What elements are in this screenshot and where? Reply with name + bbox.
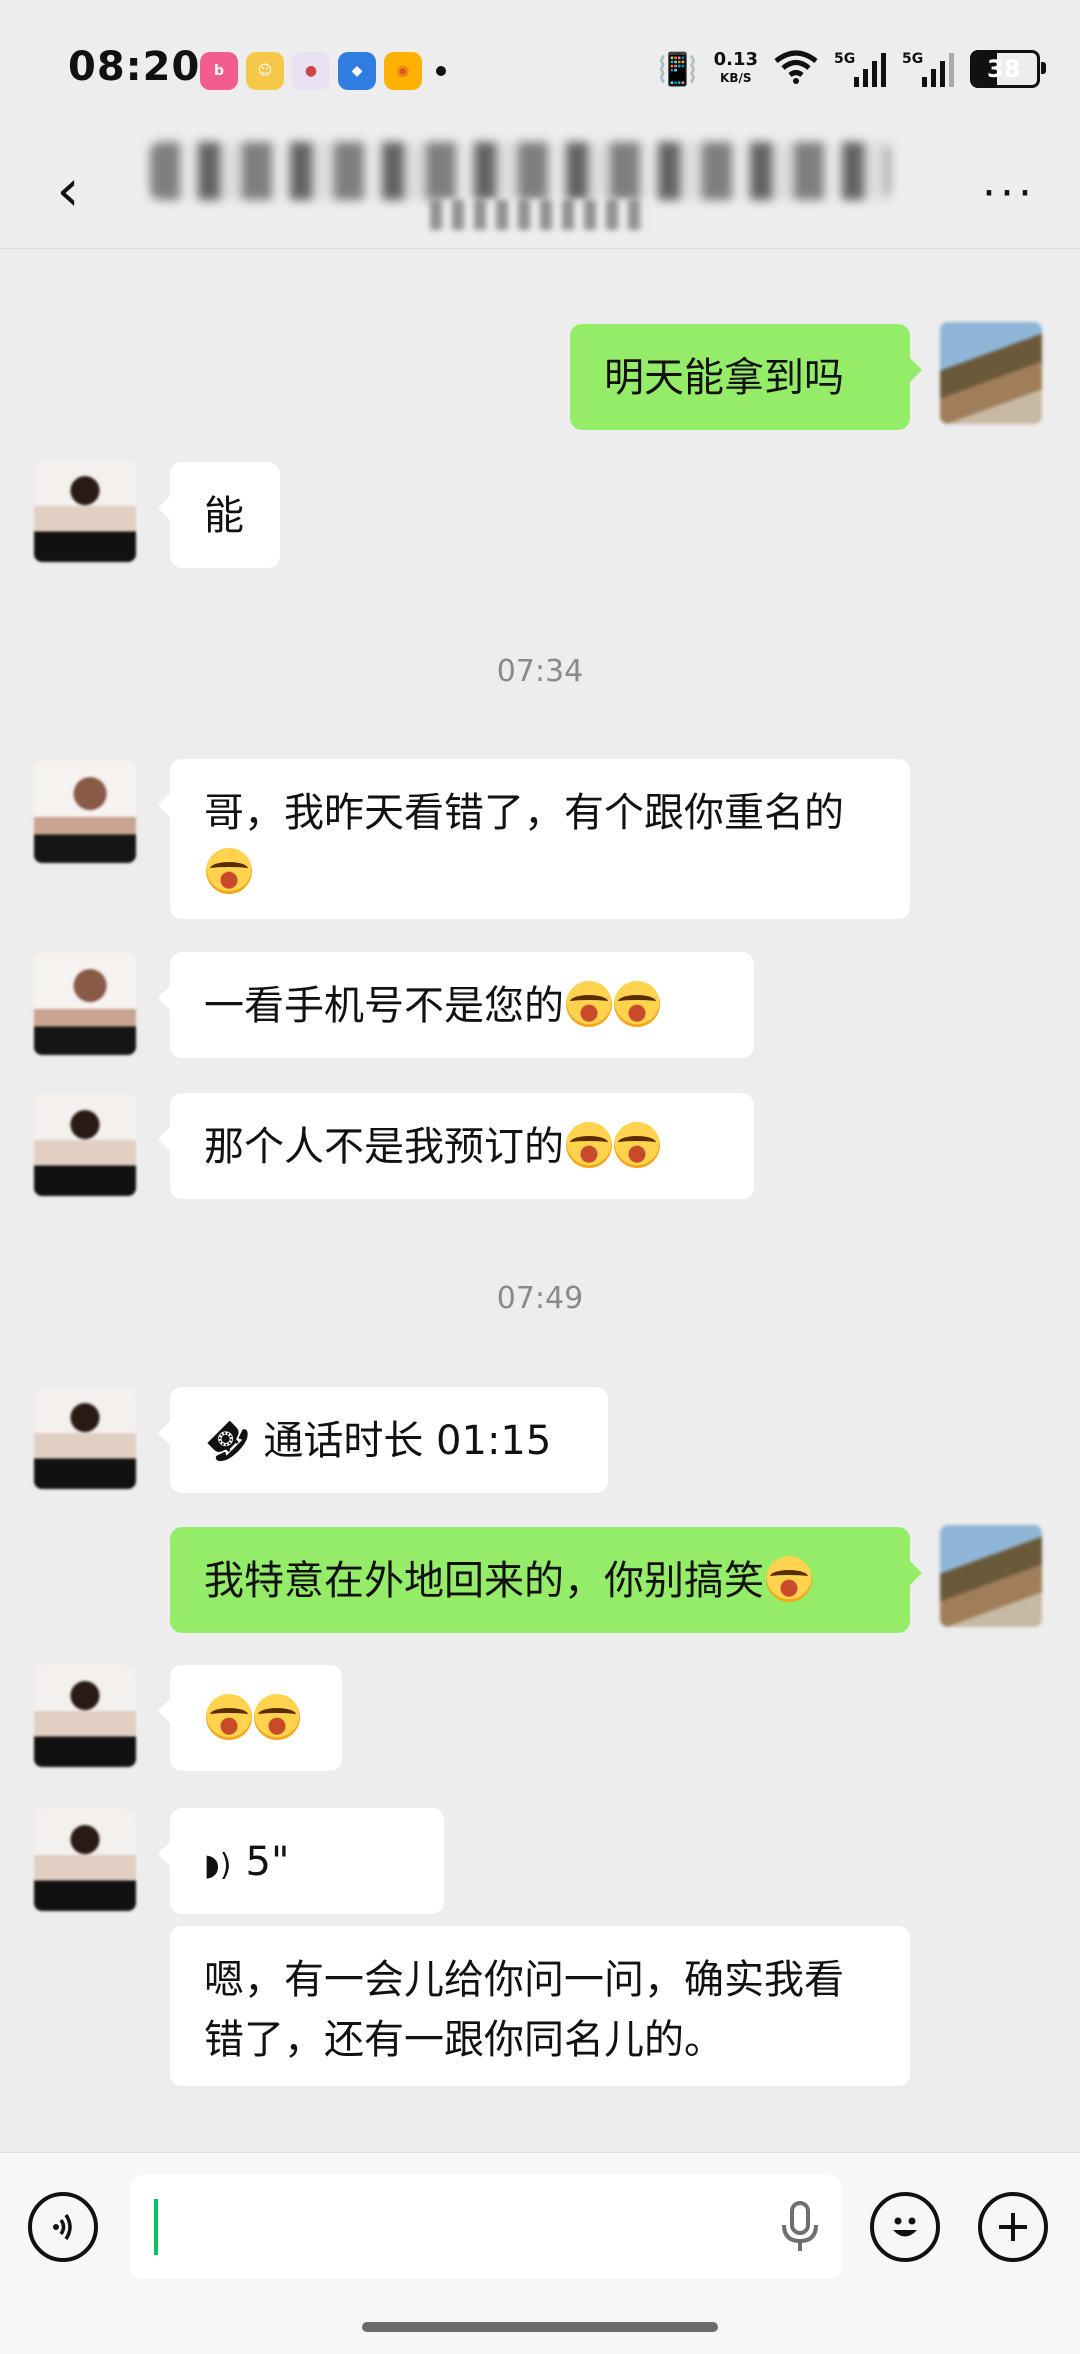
blue-app-icon: ◆ [338,52,376,90]
timestamp: 07:34 [496,654,584,689]
message-bubble[interactable]: 那个人不是我预订的 [158,1093,754,1199]
voice-message-bubble[interactable]: ◗) 5" [158,1808,444,1914]
more-dots-icon[interactable]: ··· [982,168,1036,219]
emoji-icon[interactable] [870,2192,940,2262]
net-speed: 0.13 KB/S [713,49,758,86]
laugh-cry-emoji-icon [566,981,612,1027]
battery-level: 38 [987,55,1021,83]
laugh-cry-emoji-icon [614,1122,660,1168]
my-avatar[interactable] [940,1525,1042,1627]
message-bubble[interactable]: 明天能拿到吗 [570,324,922,430]
status-bar: 08:20 b ☺ ● ◆ ◉ 📳 0.13 KB/S 5G 5G 38 [0,0,1080,140]
message-bubble[interactable]: 我特意在外地回来的，你别搞笑 [170,1527,922,1633]
contact-avatar[interactable] [34,1665,136,1767]
clown-app-icon: ☺ [246,52,284,90]
chat-subtitle-redacted [430,200,650,230]
call-record-bubble[interactable]: ☎通话时长 01:15 [158,1387,608,1493]
voice-mode-icon[interactable] [28,2192,98,2262]
game-app-icon: ● [292,52,330,90]
laugh-cry-emoji-icon [254,1694,300,1740]
contact-avatar[interactable] [34,460,136,562]
laugh-cry-emoji-icon [206,848,252,894]
my-avatar[interactable] [940,322,1042,424]
voice-wave-icon: ◗) [204,1848,232,1883]
laugh-cry-emoji-icon [566,1122,612,1168]
battery-icon: 38 [970,50,1046,88]
voice-transcript-bubble[interactable]: 嗯，有一会儿给你问一问，确实我看错了，还有一跟你同名儿的。 [170,1926,910,2086]
contact-avatar[interactable] [34,953,136,1055]
wifi-icon [774,50,818,88]
laugh-cry-emoji-icon [614,981,660,1027]
message-bubble[interactable]: 哥，我昨天看错了，有个跟你重名的 [158,759,910,919]
chat-header: ‹ ··· [0,140,1080,249]
vibrate-icon: 📳 [657,50,698,88]
timestamp: 07:49 [496,1281,584,1316]
microphone-icon[interactable] [780,2201,820,2264]
contact-avatar[interactable] [34,1387,136,1489]
chevron-left-icon[interactable]: ‹ [38,156,98,224]
more-notifications-dot [436,66,446,76]
chat-title-redacted [150,142,890,200]
message-list[interactable]: 明天能拿到吗 能 07:34 哥，我昨天看错了，有个跟你重名的 一看手机号不是您… [0,249,1080,2149]
tears-of-joy-emoji-icon [766,1556,812,1602]
plus-icon[interactable] [978,2192,1048,2262]
input-bar [0,2152,1080,2354]
message-bubble[interactable]: 一看手机号不是您的 [158,952,754,1058]
bilibili-icon: b [200,52,238,90]
weibo-icon: ◉ [384,52,422,90]
contact-avatar[interactable] [34,1094,136,1196]
message-bubble[interactable] [158,1665,342,1771]
text-caret [154,2199,158,2255]
message-bubble[interactable]: 能 [158,462,280,568]
notification-icons: b ☺ ● ◆ ◉ [200,52,452,90]
contact-avatar[interactable] [34,1809,136,1911]
contact-avatar[interactable] [34,761,136,863]
home-indicator[interactable] [362,2322,718,2332]
signal-sim1-icon: 5G [834,51,886,87]
signal-sim2-icon: 5G [902,51,954,87]
phone-hangup-icon: ☎ [195,1408,260,1474]
laugh-cry-emoji-icon [206,1694,252,1740]
message-input[interactable] [130,2175,842,2279]
status-time: 08:20 [68,44,201,90]
